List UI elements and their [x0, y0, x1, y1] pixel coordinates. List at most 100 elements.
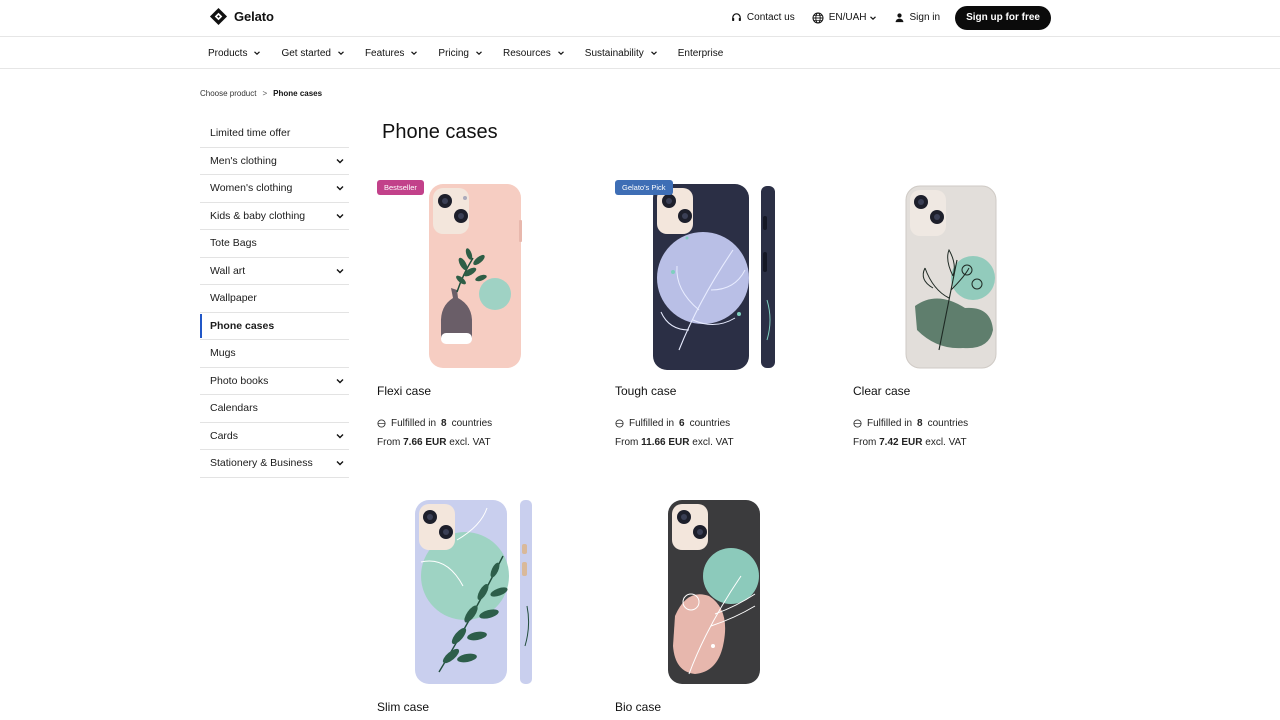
price-info: From 7.66 EUR excl. VAT [377, 437, 491, 448]
fulfilled-suffix: countries [927, 418, 969, 429]
fulfillment-info: Fulfilled in 8 countries [853, 418, 968, 429]
bestseller-badge: Bestseller [377, 180, 424, 195]
chevron-down-icon[interactable] [335, 183, 345, 193]
nav-item-label: Resources [502, 47, 551, 59]
chevron-down-icon[interactable] [335, 376, 345, 386]
globe-icon [812, 12, 824, 23]
top-bar: Gelato Contact us EN/UAH Sign in Sign up… [0, 0, 1280, 37]
globe-icon [853, 419, 862, 428]
price-prefix: From [615, 437, 639, 448]
main-nav: Products Get started Features Pricing Re… [0, 38, 1280, 69]
sidebar-item-womens-clothing[interactable]: Women's clothing [200, 175, 349, 203]
product-image[interactable] [615, 496, 835, 696]
breadcrumb: Choose product > Phone cases [200, 89, 322, 98]
product-image[interactable] [377, 496, 597, 696]
nav-item-label: Enterprise [677, 47, 724, 59]
sidebar-item-label: Phone cases [210, 319, 275, 332]
signin-label: Sign in [909, 12, 941, 23]
price-value: 11.66 EUR [641, 437, 690, 448]
product-name[interactable]: Slim case [377, 700, 429, 714]
gelatos-pick-badge: Gelato's Pick [615, 180, 673, 195]
nav-item-enterprise[interactable]: Enterprise [678, 48, 724, 59]
sidebar-item-label: Limited time offer [210, 127, 291, 140]
brand-logo[interactable]: Gelato [209, 7, 274, 26]
fulfilled-prefix: Fulfilled in [391, 418, 437, 429]
sidebar-item-mens-clothing[interactable]: Men's clothing [200, 148, 349, 175]
sidebar-item-label: Tote Bags [210, 237, 257, 250]
nav-item-products[interactable]: Products [208, 48, 261, 59]
country-count: 8 [917, 418, 923, 429]
chevron-down-icon[interactable] [335, 458, 345, 468]
breadcrumb-separator: > [262, 89, 268, 98]
price-value: 7.42 EUR [879, 437, 923, 448]
fulfilled-suffix: countries [451, 418, 493, 429]
fulfilled-prefix: Fulfilled in [629, 418, 675, 429]
sidebar-item-cards[interactable]: Cards [200, 423, 349, 450]
fulfilled-suffix: countries [689, 418, 731, 429]
breadcrumb-current: Phone cases [273, 89, 323, 98]
nav-item-pricing[interactable]: Pricing [438, 48, 483, 59]
sidebar-item-label: Calendars [210, 402, 258, 415]
country-count: 8 [441, 418, 447, 429]
sidebar-item-wallpaper[interactable]: Wallpaper [200, 285, 349, 313]
fulfillment-info: Fulfilled in 6 countries [615, 418, 730, 429]
globe-icon [615, 419, 624, 428]
sidebar-item-label: Kids & baby clothing [210, 209, 306, 222]
product-image[interactable] [853, 180, 1073, 380]
sidebar-item-stationery-business[interactable]: Stationery & Business [200, 450, 349, 478]
sidebar-item-limited-time-offer[interactable]: Limited time offer [200, 120, 349, 148]
tough-case-illustration [653, 184, 775, 370]
signup-button[interactable]: Sign up for free [955, 5, 1051, 30]
nav-item-features[interactable]: Features [365, 48, 418, 59]
fulfillment-info: Fulfilled in 8 countries [377, 418, 492, 429]
sidebar-item-wall-art[interactable]: Wall art [200, 258, 349, 285]
clear-case-illustration [905, 185, 997, 369]
contact-link[interactable]: Contact us [731, 12, 795, 23]
chevron-down-icon [338, 51, 344, 56]
sidebar-item-tote-bags[interactable]: Tote Bags [200, 230, 349, 258]
chevron-down-icon[interactable] [335, 266, 345, 276]
sidebar-item-label: Men's clothing [210, 154, 277, 167]
signin-link[interactable]: Sign in [894, 12, 941, 23]
nav-item-resources[interactable]: Resources [503, 48, 565, 59]
nav-item-label: Get started [281, 47, 331, 59]
nav-item-label: Products [208, 47, 248, 59]
sidebar-item-photo-books[interactable]: Photo books [200, 368, 349, 395]
sidebar-item-label: Women's clothing [210, 182, 293, 195]
brand-name: Gelato [234, 9, 274, 24]
category-sidebar: Limited time offer Men's clothing Women'… [200, 120, 349, 478]
sidebar-item-label: Wall art [210, 264, 246, 277]
chevron-down-icon [869, 15, 876, 20]
product-name[interactable]: Tough case [615, 384, 676, 398]
sidebar-item-mugs[interactable]: Mugs [200, 340, 349, 368]
nav-item-label: Pricing [438, 47, 469, 59]
sidebar-item-calendars[interactable]: Calendars [200, 395, 349, 423]
language-selector[interactable]: EN/UAH [812, 12, 877, 24]
chevron-down-icon [254, 51, 261, 56]
price-info: From 11.66 EUR excl. VAT [615, 437, 734, 448]
nav-item-sustainability[interactable]: Sustainability [585, 48, 658, 59]
sidebar-item-kids-baby-clothing[interactable]: Kids & baby clothing [200, 203, 349, 230]
product-image[interactable]: Bestseller [377, 180, 597, 380]
nav-item-get-started[interactable]: Get started [281, 48, 344, 59]
product-name[interactable]: Bio case [615, 700, 661, 714]
product-name[interactable]: Flexi case [377, 384, 431, 398]
chevron-down-icon [411, 51, 418, 56]
price-prefix: From [853, 437, 877, 448]
price-info: From 7.42 EUR excl. VAT [853, 437, 967, 448]
headset-icon [732, 13, 741, 21]
country-count: 6 [679, 418, 685, 429]
chevron-down-icon[interactable] [335, 431, 345, 441]
chevron-down-icon[interactable] [335, 156, 345, 166]
user-icon [895, 13, 903, 23]
chevron-down-icon[interactable] [335, 211, 345, 221]
top-actions: Contact us EN/UAH Sign in Sign up for fr… [714, 5, 1051, 30]
breadcrumb-parent[interactable]: Choose product [200, 89, 256, 98]
product-image[interactable]: Gelato's Pick [615, 180, 835, 380]
fulfilled-prefix: Fulfilled in [867, 418, 913, 429]
product-name[interactable]: Clear case [853, 384, 910, 398]
chevron-down-icon [476, 51, 482, 56]
sidebar-item-phone-cases[interactable]: Phone cases [200, 313, 349, 340]
sidebar-item-label: Photo books [210, 374, 269, 387]
flexi-case-illustration [429, 184, 522, 368]
